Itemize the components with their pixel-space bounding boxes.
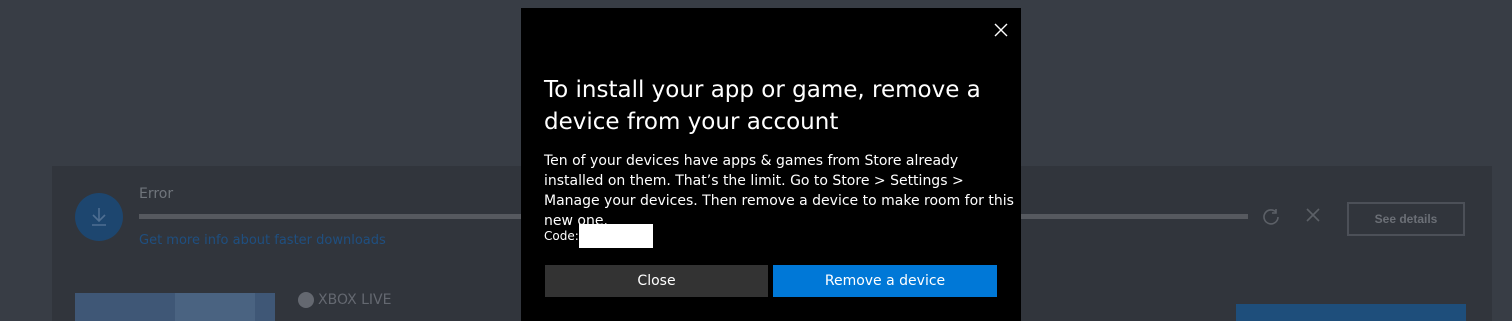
- download-status-badge: [75, 193, 123, 241]
- error-code-row: Code:: [544, 224, 653, 248]
- remove-device-button[interactable]: Remove a device: [773, 265, 997, 297]
- close-button[interactable]: Close: [545, 265, 768, 297]
- see-details-button[interactable]: See details: [1347, 202, 1465, 236]
- remove-device-dialog: To install your app or game, remove a de…: [521, 8, 1021, 321]
- cancel-download-icon[interactable]: [1305, 207, 1321, 223]
- faster-downloads-link[interactable]: Get more info about faster downloads: [139, 233, 386, 248]
- code-value: [578, 224, 653, 248]
- action-button-partial: [1236, 304, 1466, 321]
- code-label: Code:: [544, 229, 579, 243]
- dialog-close-button[interactable]: [987, 16, 1015, 44]
- download-status-text: Error: [139, 186, 174, 202]
- close-icon: [994, 23, 1008, 37]
- download-icon: [92, 208, 106, 226]
- xbox-live-label: XBOX LIVE: [318, 292, 392, 308]
- app-thumbnail: [75, 293, 275, 321]
- dialog-title: To install your app or game, remove a de…: [544, 77, 981, 135]
- xbox-live-logo: XBOX LIVE: [298, 292, 391, 308]
- xbox-icon: [298, 292, 314, 308]
- dialog-message: Ten of your devices have apps & games fr…: [544, 153, 1014, 229]
- retry-icon[interactable]: [1261, 207, 1281, 227]
